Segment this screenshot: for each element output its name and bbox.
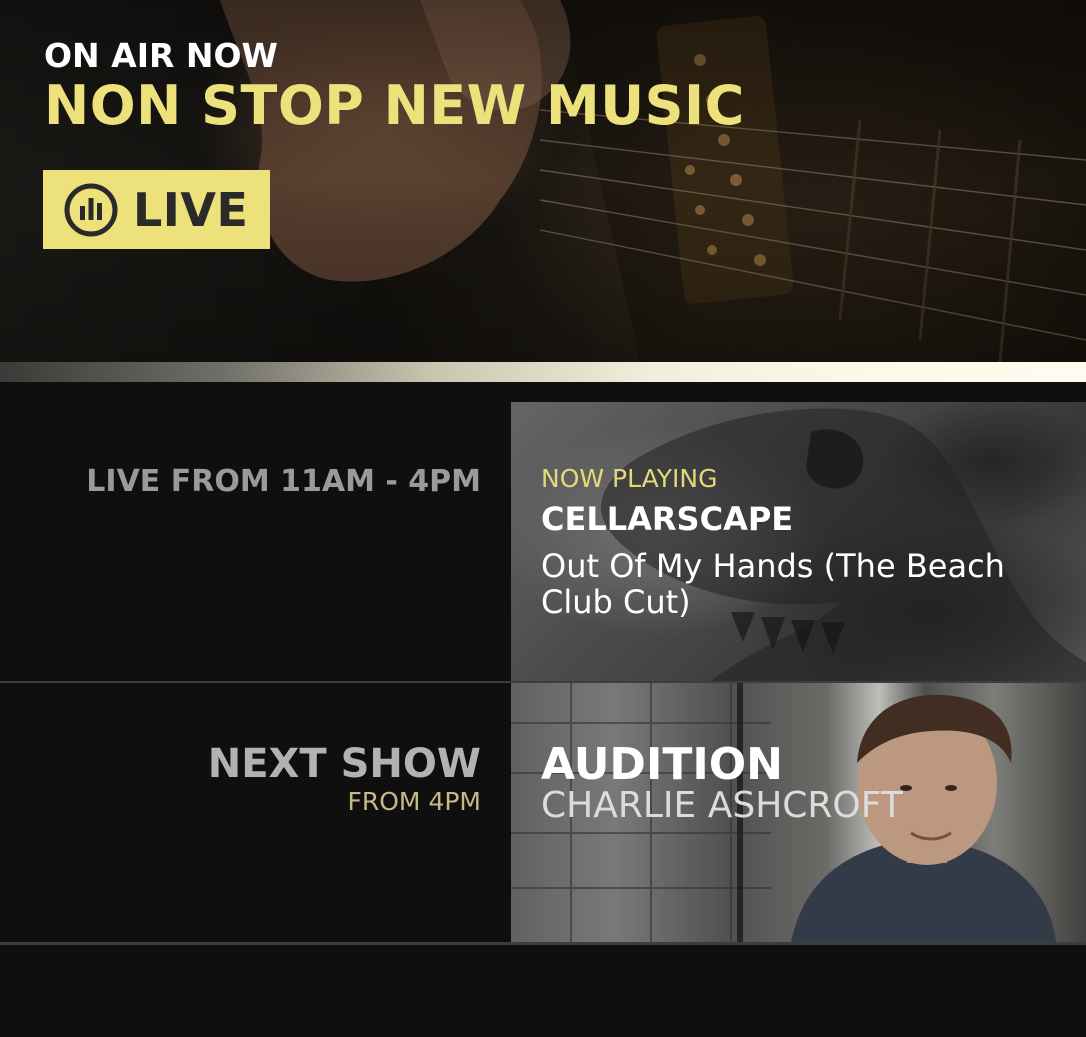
next-show-time: FROM 4PM: [347, 787, 482, 816]
next-time-column: NEXT SHOW FROM 4PM: [0, 683, 511, 942]
next-show-host: CHARLIE ASHCROFT: [541, 785, 903, 826]
next-show-label: NEXT SHOW: [207, 741, 481, 787]
artist-name: CELLARSCAPE: [541, 500, 794, 538]
now-playing-label: NOW PLAYING: [541, 464, 718, 493]
now-playing-card[interactable]: NOW PLAYING CELLARSCAPE Out Of My Hands …: [511, 402, 1086, 681]
next-show-card[interactable]: AUDITION CHARLIE ASHCROFT: [511, 683, 1086, 942]
live-button-label: LIVE: [133, 182, 249, 237]
now-playing-row: LIVE FROM 11AM - 4PM NOW PLAYING CELLARS…: [0, 402, 1086, 681]
row-separator-bottom: [0, 942, 1086, 945]
hero-banner: ON AIR NOW NON STOP NEW MUSIC LIVE: [0, 0, 1086, 362]
next-show-row: NEXT SHOW FROM 4PM AUDITION CHARLIE ASHC…: [0, 683, 1086, 942]
now-time-column: LIVE FROM 11AM - 4PM: [0, 402, 511, 681]
show-title: NON STOP NEW MUSIC: [44, 74, 745, 137]
track-title: Out Of My Hands (The Beach Club Cut): [541, 547, 1005, 621]
equalizer-icon: [64, 183, 118, 236]
gradient-divider: [0, 362, 1086, 382]
live-button[interactable]: LIVE: [43, 170, 270, 249]
album-art-image: [511, 402, 1086, 681]
on-air-label: ON AIR NOW: [44, 36, 278, 75]
live-time-range: LIVE FROM 11AM - 4PM: [86, 464, 481, 499]
next-show-title: AUDITION: [541, 739, 783, 790]
